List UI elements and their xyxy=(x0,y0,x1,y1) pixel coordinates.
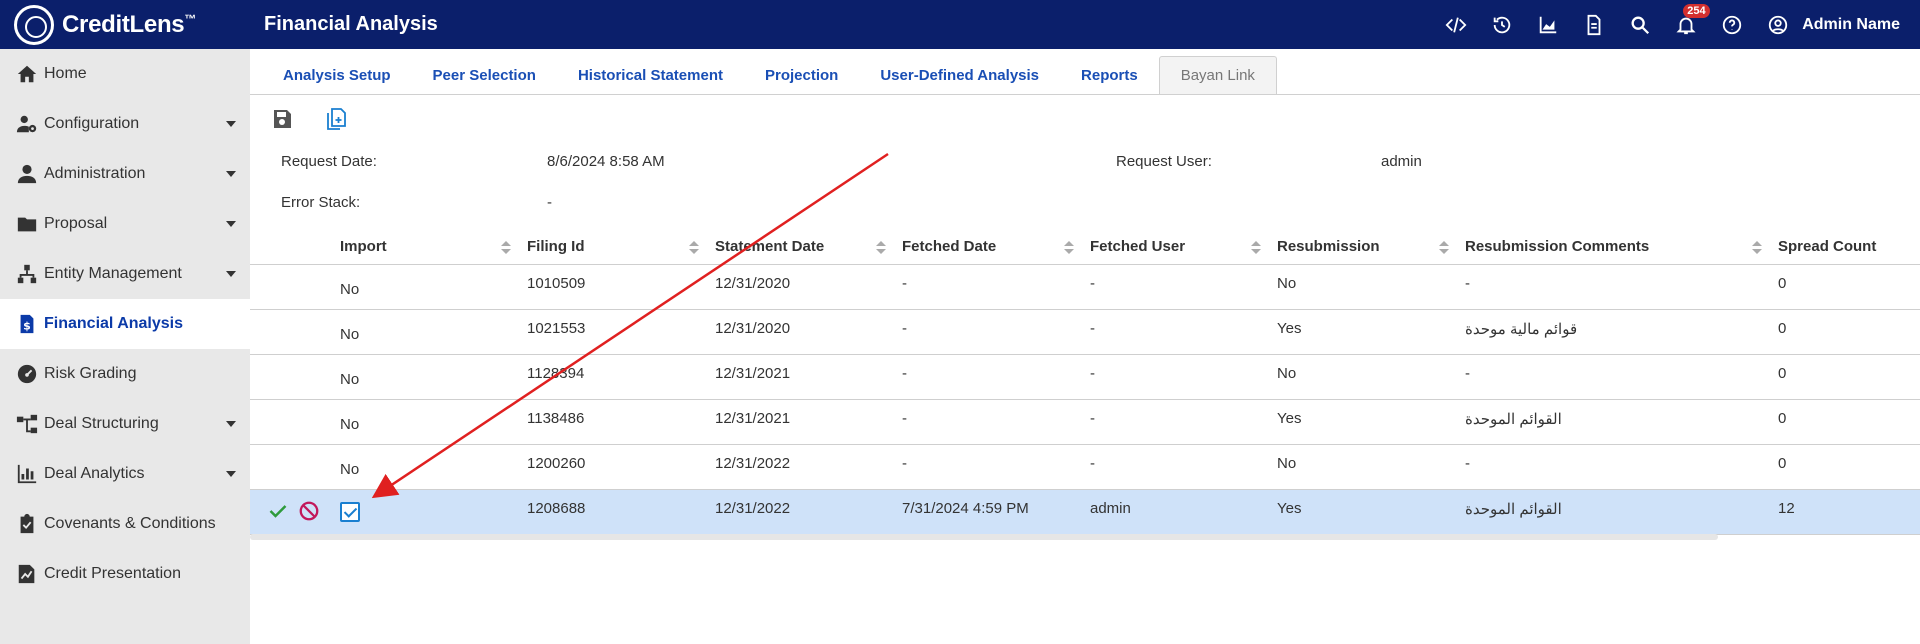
column-resubmission-comments[interactable]: Resubmission Comments xyxy=(1457,230,1770,265)
svg-text:$: $ xyxy=(23,320,31,333)
network-icon xyxy=(14,413,40,435)
bell-icon[interactable]: 254 xyxy=(1674,3,1710,37)
table-row[interactable]: No 1021553 12/31/2020- - Yes قوائم مالية موحد… xyxy=(250,309,1920,355)
sort-icon[interactable] xyxy=(501,241,511,255)
page-title: Financial Analysis xyxy=(264,13,438,35)
column-spread-count[interactable]: Spread Count xyxy=(1770,230,1920,265)
save-button[interactable] xyxy=(270,107,294,136)
tab-user-defined-analysis[interactable]: User-Defined Analysis xyxy=(859,56,1060,94)
top-bar: CreditLens™ Financial Analysis 254 Admin… xyxy=(0,0,1920,49)
folder-icon xyxy=(14,213,40,235)
help-icon[interactable] xyxy=(1720,13,1744,37)
import-checkbox[interactable] xyxy=(340,501,360,522)
check-icon xyxy=(269,504,287,518)
column-actions xyxy=(250,230,332,265)
tab-reports[interactable]: Reports xyxy=(1060,56,1159,94)
sidebar-item-covenants[interactable]: Covenants & Conditions xyxy=(0,499,250,549)
table-row[interactable]: No 1010509 12/31/2020- - No -0 xyxy=(250,264,1920,310)
sidebar-item-home[interactable]: Home xyxy=(0,49,250,99)
tab-peer-selection[interactable]: Peer Selection xyxy=(412,56,557,94)
chevron-down-icon xyxy=(226,471,236,477)
request-info: Request Date: 8/6/2024 8:58 AM Request U… xyxy=(250,147,1920,229)
column-fetched-date[interactable]: Fetched Date xyxy=(894,230,1082,265)
document-icon[interactable] xyxy=(1582,13,1606,37)
confirm-button[interactable] xyxy=(268,501,288,525)
dollar-doc-icon: $ xyxy=(14,313,40,335)
main-content: Analysis Setup Peer Selection Historical… xyxy=(250,49,1920,644)
request-date-value: 8/6/2024 8:58 AM xyxy=(547,153,665,170)
history-icon[interactable] xyxy=(1490,13,1514,37)
column-import[interactable]: Import xyxy=(332,230,519,265)
table-row[interactable]: No 1138486 12/31/2021- - Yes القوائم الموحدة 0 xyxy=(250,399,1920,445)
chevron-down-icon xyxy=(226,171,236,177)
request-user-value: admin xyxy=(1381,153,1422,170)
save-icon xyxy=(274,109,291,128)
chevron-down-icon xyxy=(226,421,236,427)
home-icon xyxy=(14,63,40,85)
logo-mark-icon xyxy=(14,4,54,45)
sidebar-item-proposal[interactable]: Proposal xyxy=(0,199,250,249)
request-date-label: Request Date: xyxy=(281,153,377,170)
user-name: Admin Name xyxy=(1802,15,1900,33)
sidebar-item-deal-structuring[interactable]: Deal Structuring xyxy=(0,399,250,449)
table-row-selected[interactable]: 1208688 12/31/2022 7/31/2024 4:59 PM admin Y… xyxy=(250,489,1920,535)
person-icon xyxy=(14,163,40,185)
chart-icon[interactable] xyxy=(1536,13,1560,37)
sidebar-item-deal-analytics[interactable]: Deal Analytics xyxy=(0,449,250,499)
app-name: CreditLens xyxy=(62,10,185,38)
search-icon[interactable] xyxy=(1628,13,1652,37)
copy-button[interactable] xyxy=(324,107,348,136)
user-icon xyxy=(1766,13,1790,37)
sidebar-item-administration[interactable]: Administration xyxy=(0,149,250,199)
sort-icon[interactable] xyxy=(1251,241,1261,255)
column-filing-id[interactable]: Filing Id xyxy=(519,230,707,265)
sort-icon[interactable] xyxy=(876,241,886,255)
presentation-icon xyxy=(14,563,40,585)
clipboard-icon xyxy=(14,513,40,535)
block-icon xyxy=(299,501,319,520)
sidebar: Home Configuration Administration Propos… xyxy=(0,49,250,644)
column-resubmission[interactable]: Resubmission xyxy=(1269,230,1457,265)
filings-table: Import Filing Id Statement Date Fetched … xyxy=(250,230,1920,535)
sidebar-item-financial-analysis[interactable]: $ Financial Analysis xyxy=(0,299,250,349)
chevron-down-icon xyxy=(226,221,236,227)
user-menu[interactable]: Admin Name xyxy=(1766,13,1900,37)
column-fetched-user[interactable]: Fetched User xyxy=(1082,230,1269,265)
sidebar-item-configuration[interactable]: Configuration xyxy=(0,99,250,149)
user-gear-icon xyxy=(14,113,40,135)
toolbar xyxy=(250,95,1920,147)
table-row[interactable]: No 1200260 12/31/2022- - No -0 xyxy=(250,444,1920,490)
logo[interactable]: CreditLens™ xyxy=(0,4,250,45)
request-user-label: Request User: xyxy=(1116,153,1212,170)
table-header-row: Import Filing Id Statement Date Fetched … xyxy=(250,230,1920,265)
error-stack-label: Error Stack: xyxy=(281,194,361,211)
error-stack-value: - xyxy=(547,194,552,211)
tab-historical-statement[interactable]: Historical Statement xyxy=(557,56,744,94)
tab-bayan-link[interactable]: Bayan Link xyxy=(1158,56,1277,94)
horizontal-scrollbar[interactable] xyxy=(250,534,1718,540)
sidebar-item-entity-management[interactable]: Entity Management xyxy=(0,249,250,299)
notification-badge: 254 xyxy=(1683,3,1710,18)
column-statement-date[interactable]: Statement Date xyxy=(707,230,894,265)
tab-projection[interactable]: Projection xyxy=(744,56,859,94)
chevron-down-icon xyxy=(226,271,236,277)
tab-analysis-setup[interactable]: Analysis Setup xyxy=(262,56,412,94)
sort-icon[interactable] xyxy=(1752,241,1762,255)
sort-icon[interactable] xyxy=(689,241,699,255)
chevron-down-icon xyxy=(226,121,236,127)
code-icon[interactable] xyxy=(1444,13,1468,37)
cancel-button[interactable] xyxy=(298,500,320,526)
copy-add-icon xyxy=(327,107,346,130)
sidebar-item-risk-grading[interactable]: Risk Grading xyxy=(0,349,250,399)
gauge-icon xyxy=(14,363,40,385)
sidebar-item-credit-presentation[interactable]: Credit Presentation xyxy=(0,549,250,599)
bar-chart-icon xyxy=(14,463,40,485)
sort-icon[interactable] xyxy=(1064,241,1074,255)
tab-bar: Analysis Setup Peer Selection Historical… xyxy=(250,49,1920,95)
sort-icon[interactable] xyxy=(1439,241,1449,255)
hierarchy-icon xyxy=(14,263,40,285)
table-row[interactable]: No 1128394 12/31/2021- - No -0 xyxy=(250,354,1920,400)
